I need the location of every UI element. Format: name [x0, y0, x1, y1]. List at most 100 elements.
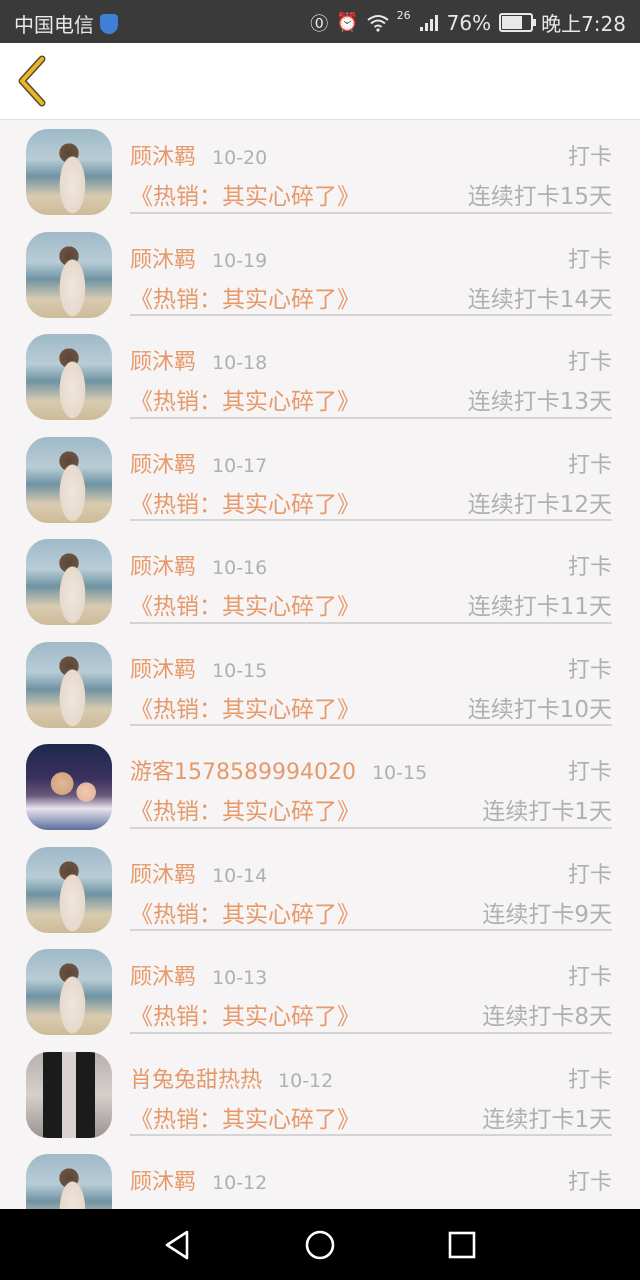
checkin-row[interactable]: 顾沐羁 10-12 打卡《热销：其实心碎了》 连续打卡7天 — [0, 1145, 640, 1209]
avatar[interactable] — [26, 1154, 112, 1209]
streak-count: 连续打卡9天 — [482, 901, 612, 928]
checkin-row[interactable]: 顾沐羁 10-15 打卡 《热销：其实心碎了》 连续打卡10天 — [0, 633, 640, 736]
user-name: 顾沐羁 — [130, 145, 197, 170]
user-name: 顾沐羁 — [130, 862, 197, 888]
user-name-line: 顾沐羁 10-15 — [130, 652, 267, 684]
nav-back-button[interactable] — [160, 1227, 196, 1263]
hd-call-icon: ⓪ — [310, 13, 329, 35]
row-divider — [130, 416, 612, 419]
course-title: 《热销：其实心碎了》 — [130, 1202, 360, 1209]
row-divider — [130, 826, 612, 829]
streak-count: 连续打卡10天 — [467, 696, 612, 723]
nav-home-button[interactable] — [302, 1227, 338, 1263]
course-title: 《热销：其实心碎了》 — [130, 594, 360, 620]
shield-icon — [100, 13, 118, 34]
avatar[interactable] — [26, 231, 112, 318]
checkin-row[interactable]: 顾沐羁 10-14 打卡 《热销：其实心碎了》 连续打卡9天 — [0, 838, 640, 941]
course-title: 《热销：其实心碎了》 — [130, 184, 360, 210]
checkin-date: 10-17 — [212, 454, 268, 477]
checkin-row[interactable]: 游客1578589994020 10-15 打卡 《热销：其实心碎了》 连续打卡1天 — [0, 735, 640, 838]
user-name-line: 顾沐羁 10-13 — [130, 959, 267, 991]
battery-level-fill — [502, 16, 522, 29]
checkin-date: 10-15 — [371, 762, 428, 784]
row-divider — [130, 621, 612, 624]
course-title: 《热销：其实心碎了》 — [130, 1004, 360, 1030]
user-name: 顾沐羁 — [130, 452, 197, 478]
checkin-label: 打卡 — [567, 145, 612, 170]
checkin-label: 打卡 — [567, 760, 612, 785]
checkin-label: 打卡 — [567, 657, 612, 683]
course-title: 《热销：其实心碎了》 — [130, 799, 360, 825]
avatar[interactable] — [26, 846, 112, 933]
streak-count: 连续打卡7天 — [482, 1202, 612, 1209]
checkin-label: 打卡 — [567, 1067, 612, 1093]
avatar[interactable] — [26, 539, 112, 625]
avatar[interactable] — [26, 129, 112, 215]
avatar[interactable] — [26, 334, 112, 420]
user-name: 顾沐羁 — [130, 247, 197, 273]
user-name-line: 顾沐羁 10-17 — [130, 447, 267, 479]
alarm-icon: ⏰ — [336, 12, 359, 33]
square-recents-icon — [448, 1231, 476, 1259]
streak-count: 连续打卡1天 — [482, 799, 612, 825]
checkin-list[interactable]: 顾沐羁 10-20 打卡 《热销：其实心碎了》 连续打卡15天 顾沐羁 10-19 打卡 《热销… — [0, 120, 640, 1209]
streak-count: 连续打卡1天 — [482, 1106, 612, 1133]
user-name-line: 顾沐羁 10-12 — [130, 1164, 267, 1196]
user-name: 顾沐羁 — [130, 1170, 197, 1195]
user-name: 肖兔兔甜热热 — [130, 1067, 263, 1093]
streak-count: 连续打卡8天 — [482, 1004, 612, 1030]
checkin-label: 打卡 — [567, 350, 612, 375]
checkin-date: 10-12 — [212, 1172, 268, 1194]
row-divider — [130, 314, 612, 316]
checkin-date: 10-15 — [212, 659, 268, 682]
clock: 晚上7:28 — [541, 12, 626, 36]
checkin-row[interactable]: 顾沐羁 10-16 打卡 《热销：其实心碎了》 连续打卡11天 — [0, 530, 640, 633]
user-name-line: 顾沐羁 10-19 — [130, 242, 267, 274]
streak-count: 连续打卡12天 — [467, 491, 612, 518]
user-name-line: 顾沐羁 10-20 — [130, 139, 267, 171]
checkin-row[interactable]: 肖兔兔甜热热 10-12 打卡 《热销：其实心碎了》 连续打卡1天 — [0, 1043, 640, 1146]
checkin-label: 打卡 — [567, 1170, 612, 1195]
checkin-row[interactable]: 顾沐羁 10-13 打卡《热销：其实心碎了》 连续打卡8天 — [0, 940, 640, 1043]
user-name: 顾沐羁 — [130, 657, 197, 683]
back-button[interactable] — [12, 53, 62, 109]
nav-recents-button[interactable] — [444, 1227, 480, 1263]
avatar[interactable] — [26, 949, 112, 1035]
row-divider — [130, 1031, 612, 1034]
user-name: 顾沐羁 — [130, 965, 197, 990]
checkin-date: 10-19 — [212, 249, 268, 272]
status-bar: 中国电信 ⓪ ⏰ 26 76% 晚上7:28 — [0, 0, 640, 43]
checkin-row[interactable]: 顾沐羁 10-19 打卡 《热销：其实心碎了》 连续打卡14天 — [0, 223, 640, 326]
carrier-label: 中国电信 — [14, 13, 94, 37]
checkin-row[interactable]: 顾沐羁 10-20 打卡 《热销：其实心碎了》 连续打卡15天 — [0, 120, 640, 223]
user-name-line: 肖兔兔甜热热 10-12 — [130, 1062, 333, 1094]
row-divider — [130, 724, 612, 726]
streak-count: 连续打卡11天 — [467, 594, 612, 620]
signal-icon — [419, 14, 438, 31]
wifi-icon — [367, 14, 389, 32]
battery-percent: 76% — [446, 10, 492, 35]
checkin-label: 打卡 — [567, 862, 612, 888]
row-divider — [130, 211, 612, 214]
circle-home-icon — [305, 1230, 335, 1260]
checkin-label: 打卡 — [567, 965, 612, 990]
checkin-row[interactable]: 顾沐羁 10-18 打卡 《热销：其实心碎了》 连续打卡13天 — [0, 325, 640, 428]
streak-count: 连续打卡14天 — [467, 286, 612, 313]
avatar[interactable] — [26, 1051, 112, 1138]
user-name-line: 顾沐羁 10-14 — [130, 857, 267, 889]
user-name-line: 顾沐羁 10-18 — [130, 344, 267, 376]
user-name: 顾沐羁 — [130, 350, 197, 375]
checkin-date: 10-12 — [278, 1069, 334, 1092]
triangle-back-icon — [165, 1230, 189, 1260]
avatar[interactable] — [26, 641, 112, 728]
checkin-date: 10-13 — [212, 967, 268, 989]
app-header — [0, 43, 640, 120]
checkin-date: 10-14 — [212, 864, 268, 887]
checkin-row[interactable]: 顾沐羁 10-17 打卡 《热销：其实心碎了》 连续打卡12天 — [0, 428, 640, 531]
checkin-date: 10-18 — [212, 352, 268, 374]
avatar[interactable] — [26, 436, 112, 523]
network-type-label: 26 — [396, 9, 411, 22]
avatar[interactable] — [26, 744, 112, 830]
row-divider — [130, 929, 612, 931]
battery-icon — [499, 13, 537, 32]
